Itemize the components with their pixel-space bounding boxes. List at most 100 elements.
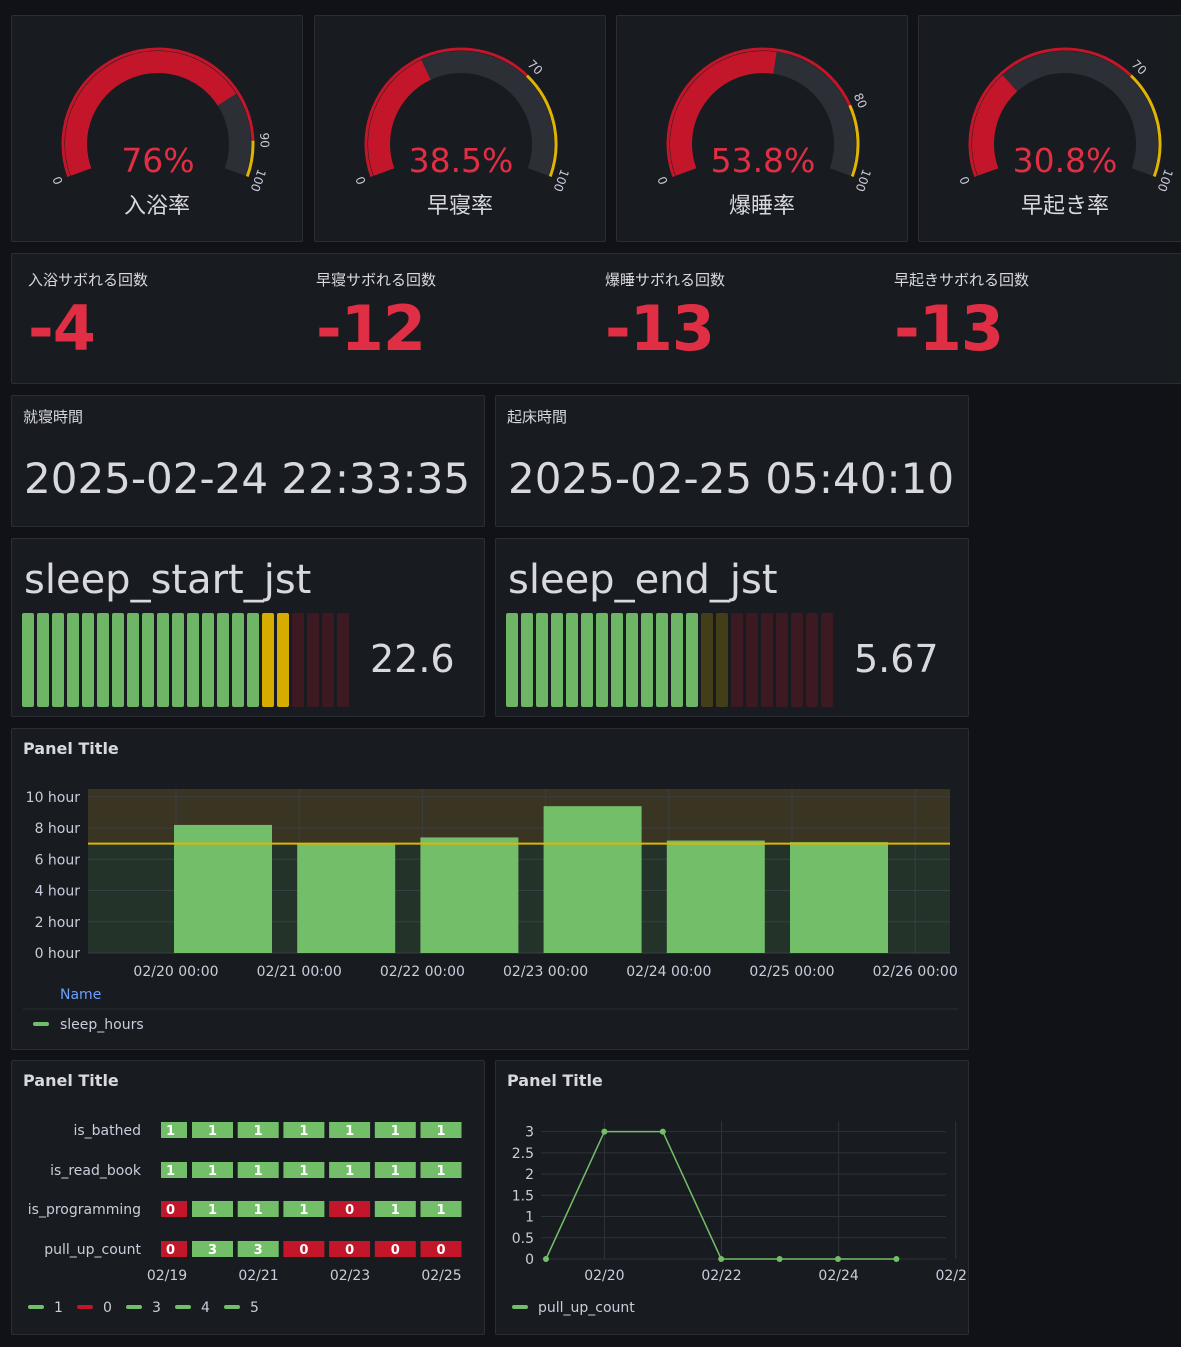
legend-label: pull_up_count [538, 1300, 635, 1316]
data-point [835, 1256, 841, 1262]
state-cell-value: 1 [208, 1203, 217, 1218]
state-cell-value: 1 [254, 1164, 263, 1179]
bargauge-segment [157, 613, 169, 707]
sleep-end-bargauge [506, 613, 833, 707]
bar [666, 840, 765, 953]
state-cell-value: 1 [299, 1203, 308, 1218]
gauge-tick-label: 80 [851, 91, 870, 111]
bargauge-segment [701, 613, 713, 707]
state-timeline-panel[interactable]: Panel Title is_bathed 1 1 1 1 1 1 1 is_read_book… [11, 1060, 485, 1335]
state-cell-value: 0 [436, 1243, 445, 1258]
sleep-hours-panel[interactable]: Panel Title 0 hour 2 hour 4 hour 6 hour 8 ho… [11, 728, 969, 1050]
x-tick-label: 02/19 [147, 1268, 187, 1284]
bargauge-segment [626, 613, 638, 707]
bargauge-segment [262, 613, 274, 707]
legend-label: sleep_hours [60, 1017, 144, 1033]
bargauge-segment [232, 613, 244, 707]
gauge-panel-early-rise[interactable]: 0 70 100 30.8% 早起き率 [918, 15, 1181, 242]
data-point [659, 1128, 666, 1135]
x-tick-label: 02/23 [330, 1268, 370, 1284]
bargauge-segment [791, 613, 803, 707]
sleep-hours-chart: 0 hour 2 hour 4 hour 6 hour 8 hour 10 hour 02/… [23, 789, 958, 1033]
legend-swatch [512, 1305, 528, 1309]
state-cell-value: 0 [166, 1243, 175, 1258]
x-tick-label: 02/22 00:00 [380, 964, 465, 980]
state-cell-value: 0 [345, 1203, 354, 1218]
state-cell-value: 1 [436, 1124, 445, 1139]
x-tick-label: 02/26 00:00 [873, 964, 958, 980]
state-cell-value: 0 [299, 1243, 308, 1258]
bargauge-segment [82, 613, 94, 707]
bargauge-segment [716, 613, 728, 707]
bargauge-title: sleep_end_jst [508, 557, 778, 603]
y-tick-label: 10 hour [26, 790, 81, 806]
sleep-start-bargauge [22, 613, 349, 707]
bar [543, 806, 642, 953]
gauge-panel-bath[interactable]: 0 90 100 76% 入浴率 [11, 15, 303, 242]
legend-swatch [33, 1022, 49, 1026]
gauge-value-arc [972, 75, 1018, 176]
bargauge-segment [776, 613, 788, 707]
state-cell-value: 1 [345, 1164, 354, 1179]
bargauge-segment [611, 613, 623, 707]
state-cell-value: 1 [166, 1164, 175, 1179]
y-tick-label: 0 hour [35, 946, 81, 962]
legend-label: 5 [250, 1300, 259, 1316]
gauge-tick-label: 0 [50, 174, 66, 186]
sleep-start-bargauge-panel[interactable]: sleep_start_jst 22.6 [11, 538, 485, 717]
state-cell-value: 0 [166, 1203, 175, 1218]
bargauge-segment [127, 613, 139, 707]
legend-swatch [126, 1305, 142, 1309]
stat-label-early-sleep: 早寝サボれる回数 [316, 271, 437, 289]
x-tick-label: 02/24 00:00 [626, 964, 711, 980]
state-cell-value: 1 [208, 1164, 217, 1179]
bedtime-panel[interactable]: 就寝時間 2025-02-24 22:33:35 [11, 395, 485, 527]
bargauge-segment [761, 613, 773, 707]
data-point [893, 1256, 900, 1262]
bargauge-title: sleep_start_jst [24, 557, 312, 603]
y-tick-label: 3 [525, 1125, 534, 1141]
stat-label-deep-sleep: 爆睡サボれる回数 [605, 271, 726, 289]
gauge-value: 76% [121, 141, 194, 180]
row-label: pull_up_count [44, 1242, 141, 1258]
y-tick-label: 1.5 [512, 1188, 534, 1204]
state-timeline-chart: is_bathed 1 1 1 1 1 1 1 is_read_book 1 1 1 1 1 1 1 is_pr… [28, 1122, 462, 1316]
gauge-panel-deep-sleep[interactable]: 0 80 100 53.8% 爆睡率 [616, 15, 908, 242]
stat-label-bath: 入浴サボれる回数 [28, 271, 149, 289]
y-tick-label: 0 [525, 1252, 534, 1268]
bargauge-segment [217, 613, 229, 707]
bargauge-segment [806, 613, 818, 707]
bargauge-segment [52, 613, 64, 707]
y-tick-label: 0.5 [512, 1231, 534, 1247]
bargauge-segment [821, 613, 833, 707]
gauge-panel-early-sleep[interactable]: 0 70 100 38.5% 早寝率 [314, 15, 606, 242]
gauge-value: 38.5% [409, 141, 514, 180]
skip-count-panel[interactable]: 入浴サボれる回数 -4 早寝サボれる回数 -12 爆睡サボれる回数 -13 早起… [11, 253, 1181, 384]
x-tick-label: 02/24 [818, 1268, 858, 1284]
bedtime-value: 2025-02-24 22:33:35 [24, 454, 471, 503]
sleep-end-bargauge-panel[interactable]: sleep_end_jst 5.67 [495, 538, 969, 717]
y-tick-label: 8 hour [35, 821, 81, 837]
stat-label-early-rise: 早起きサボれる回数 [894, 271, 1030, 289]
bargauge-segment [202, 613, 214, 707]
state-cell-value: 1 [436, 1203, 445, 1218]
state-cell-value: 0 [391, 1243, 400, 1258]
bargauge-segment [97, 613, 109, 707]
waketime-panel[interactable]: 起床時間 2025-02-25 05:40:10 [495, 395, 969, 527]
legend-label: 4 [201, 1300, 210, 1316]
row-label: is_programming [28, 1202, 141, 1218]
x-tick-label: 02/23 00:00 [503, 964, 588, 980]
pullup-line-panel[interactable]: Panel Title 0 0.5 1 1.5 2 2.5 3 02/20 02/22 02/24… [495, 1060, 969, 1335]
data-point [601, 1128, 608, 1135]
gauge-label: 早寝率 [426, 194, 493, 219]
row-label: is_read_book [50, 1163, 142, 1179]
x-tick-label: 02/25 00:00 [749, 964, 834, 980]
data-point [718, 1256, 725, 1262]
bargauge-segment [581, 613, 593, 707]
legend-swatch [28, 1305, 44, 1309]
x-tick-label: 02/26 [936, 1268, 969, 1284]
x-tick-label: 02/20 [584, 1268, 624, 1284]
bargauge-segment [37, 613, 49, 707]
bargauge-segment [292, 613, 304, 707]
state-cell-value: 3 [208, 1243, 217, 1258]
